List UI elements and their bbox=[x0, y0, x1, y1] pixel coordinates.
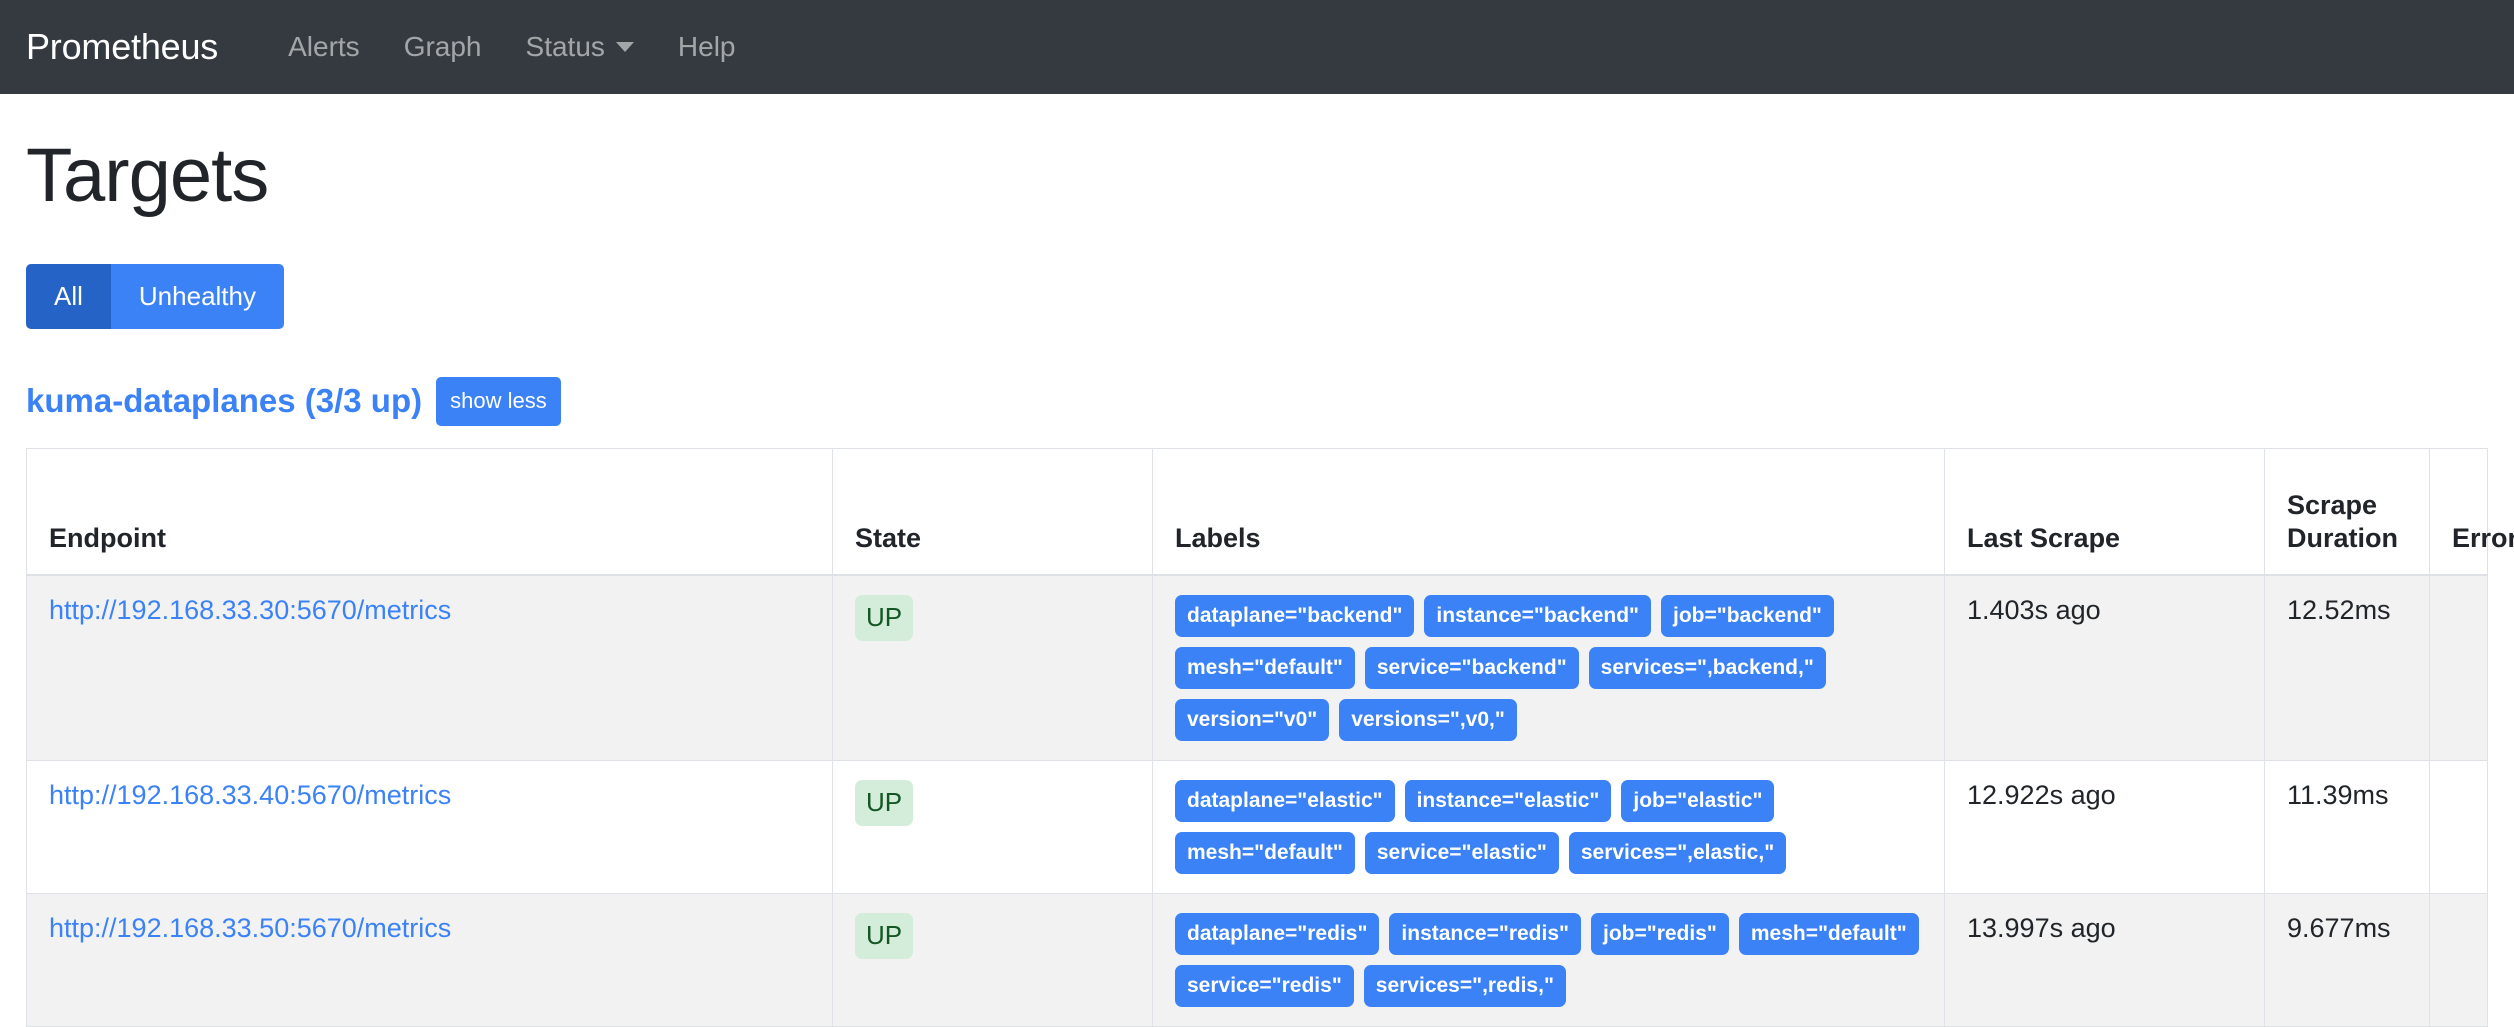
nav-link-graph[interactable]: Graph bbox=[382, 31, 504, 63]
column-header-last-scrape: Last Scrape bbox=[1945, 448, 2265, 575]
label-badge: instance="elastic" bbox=[1405, 780, 1612, 822]
job-heading: kuma-dataplanes (3/3 up) show less bbox=[26, 377, 2488, 426]
filter-button-group: All Unhealthy bbox=[26, 264, 284, 329]
label-badge: services=",redis," bbox=[1364, 965, 1566, 1007]
label-badge: version="v0" bbox=[1175, 699, 1329, 741]
label-badge: job="redis" bbox=[1591, 913, 1729, 955]
targets-table-wrapper: Endpoint State Labels Last Scrape Scrape… bbox=[26, 448, 2488, 1027]
label-badge: services=",backend," bbox=[1589, 647, 1826, 689]
job-title-kuma-dataplanes[interactable]: kuma-dataplanes (3/3 up) bbox=[26, 382, 422, 420]
top-navbar: Prometheus Alerts Graph Status Help bbox=[0, 0, 2514, 94]
cell-scrape-duration: 12.52ms bbox=[2265, 575, 2430, 761]
label-badge: mesh="default" bbox=[1175, 832, 1355, 874]
cell-error bbox=[2430, 575, 2488, 761]
column-header-state: State bbox=[833, 448, 1153, 575]
last-scrape-value: 13.997s ago bbox=[1967, 913, 2116, 943]
cell-endpoint: http://192.168.33.50:5670/metrics bbox=[27, 894, 833, 1027]
scrape-duration-value: 11.39ms bbox=[2287, 780, 2389, 810]
label-badge: service="redis" bbox=[1175, 965, 1354, 1007]
label-list: dataplane="elastic" instance="elastic" j… bbox=[1175, 780, 1922, 874]
targets-table-body: http://192.168.33.30:5670/metrics UP dat… bbox=[27, 575, 2488, 1027]
label-badge: job="backend" bbox=[1661, 595, 1834, 637]
brand-prometheus[interactable]: Prometheus bbox=[26, 26, 218, 68]
cell-labels: dataplane="backend" instance="backend" j… bbox=[1153, 575, 1945, 761]
endpoint-link[interactable]: http://192.168.33.30:5670/metrics bbox=[49, 595, 451, 625]
filter-unhealthy-button[interactable]: Unhealthy bbox=[111, 264, 284, 329]
status-badge: UP bbox=[855, 595, 913, 641]
table-row: http://192.168.33.30:5670/metrics UP dat… bbox=[27, 575, 2488, 761]
endpoint-link[interactable]: http://192.168.33.40:5670/metrics bbox=[49, 780, 451, 810]
cell-endpoint: http://192.168.33.30:5670/metrics bbox=[27, 575, 833, 761]
table-row: http://192.168.33.50:5670/metrics UP dat… bbox=[27, 894, 2488, 1027]
cell-state: UP bbox=[833, 761, 1153, 894]
cell-last-scrape: 1.403s ago bbox=[1945, 575, 2265, 761]
label-badge: instance="backend" bbox=[1424, 595, 1651, 637]
label-badge: dataplane="backend" bbox=[1175, 595, 1414, 637]
label-badge: mesh="default" bbox=[1739, 913, 1919, 955]
label-badge: services=",elastic," bbox=[1569, 832, 1786, 874]
label-badge: mesh="default" bbox=[1175, 647, 1355, 689]
targets-table: Endpoint State Labels Last Scrape Scrape… bbox=[26, 448, 2488, 1027]
column-header-endpoint: Endpoint bbox=[27, 448, 833, 575]
nav-links: Alerts Graph Status Help bbox=[266, 31, 757, 63]
label-badge: instance="redis" bbox=[1389, 913, 1581, 955]
label-badge: job="elastic" bbox=[1621, 780, 1774, 822]
nav-link-status[interactable]: Status bbox=[504, 31, 656, 63]
label-list: dataplane="backend" instance="backend" j… bbox=[1175, 595, 1922, 741]
column-header-labels: Labels bbox=[1153, 448, 1945, 575]
label-badge: service="elastic" bbox=[1365, 832, 1559, 874]
cell-labels: dataplane="redis" instance="redis" job="… bbox=[1153, 894, 1945, 1027]
nav-link-status-label: Status bbox=[526, 31, 605, 63]
cell-last-scrape: 12.922s ago bbox=[1945, 761, 2265, 894]
targets-table-head: Endpoint State Labels Last Scrape Scrape… bbox=[27, 448, 2488, 575]
cell-error bbox=[2430, 894, 2488, 1027]
label-badge: dataplane="elastic" bbox=[1175, 780, 1395, 822]
cell-endpoint: http://192.168.33.40:5670/metrics bbox=[27, 761, 833, 894]
label-list: dataplane="redis" instance="redis" job="… bbox=[1175, 913, 1922, 1007]
cell-scrape-duration: 11.39ms bbox=[2265, 761, 2430, 894]
table-row: http://192.168.33.40:5670/metrics UP dat… bbox=[27, 761, 2488, 894]
last-scrape-value: 1.403s ago bbox=[1967, 595, 2101, 625]
column-header-error: Error bbox=[2430, 448, 2488, 575]
endpoint-link[interactable]: http://192.168.33.50:5670/metrics bbox=[49, 913, 451, 943]
status-badge: UP bbox=[855, 913, 913, 959]
show-less-button[interactable]: show less bbox=[436, 377, 561, 426]
chevron-down-icon bbox=[616, 42, 634, 52]
last-scrape-value: 12.922s ago bbox=[1967, 780, 2116, 810]
page-title: Targets bbox=[26, 136, 2488, 216]
filter-all-button[interactable]: All bbox=[26, 264, 111, 329]
cell-labels: dataplane="elastic" instance="elastic" j… bbox=[1153, 761, 1945, 894]
cell-state: UP bbox=[833, 575, 1153, 761]
column-header-scrape-duration: Scrape Duration bbox=[2265, 448, 2430, 575]
nav-link-alerts[interactable]: Alerts bbox=[266, 31, 382, 63]
label-badge: dataplane="redis" bbox=[1175, 913, 1379, 955]
page-content: Targets All Unhealthy kuma-dataplanes (3… bbox=[0, 136, 2514, 1027]
cell-error bbox=[2430, 761, 2488, 894]
cell-state: UP bbox=[833, 894, 1153, 1027]
table-header-row: Endpoint State Labels Last Scrape Scrape… bbox=[27, 448, 2488, 575]
label-badge: service="backend" bbox=[1365, 647, 1579, 689]
cell-scrape-duration: 9.677ms bbox=[2265, 894, 2430, 1027]
scrape-duration-value: 12.52ms bbox=[2287, 595, 2391, 625]
cell-last-scrape: 13.997s ago bbox=[1945, 894, 2265, 1027]
status-badge: UP bbox=[855, 780, 913, 826]
label-badge: versions=",v0," bbox=[1339, 699, 1517, 741]
scrape-duration-value: 9.677ms bbox=[2287, 913, 2391, 943]
nav-link-help[interactable]: Help bbox=[656, 31, 758, 63]
